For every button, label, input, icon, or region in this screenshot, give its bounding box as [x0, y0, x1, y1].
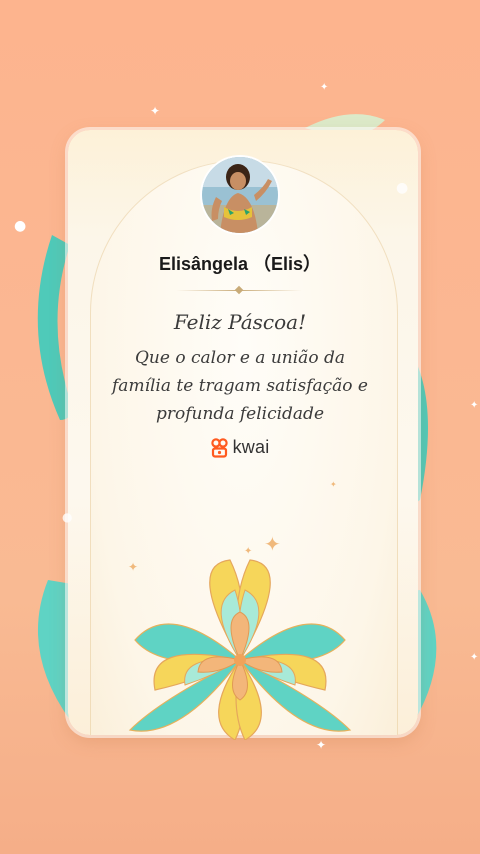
sparkle-icon: ✦	[470, 400, 479, 411]
kwai-logo: kwai	[0, 437, 480, 458]
sparkle-icon: ●	[62, 510, 73, 524]
sparkle-icon: ✦	[316, 738, 327, 752]
star-icon: ✦	[244, 546, 253, 557]
kwai-logo-icon	[210, 437, 228, 458]
sparkle-icon: ●	[396, 180, 409, 196]
message-line: família te tragam satisfação e	[112, 376, 368, 396]
sparkle-icon: ●	[14, 218, 27, 234]
star-icon: ✦	[128, 560, 139, 574]
sparkle-icon: ✦	[470, 652, 479, 663]
kwai-logo-text: kwai	[232, 437, 270, 457]
star-icon: ✦	[330, 480, 337, 489]
greeting-message: Que o calor e a união da família te trag…	[90, 344, 390, 428]
sparkle-icon: ✦	[320, 82, 329, 93]
avatar[interactable]	[202, 157, 278, 233]
message-line: Que o calor e a união da	[135, 348, 345, 368]
avatar-photo	[202, 157, 278, 233]
star-icon: ✦	[264, 532, 281, 556]
flower-decoration	[128, 559, 352, 740]
message-line: profunda felicidade	[156, 404, 324, 424]
profile-name: Elisângela （Elis）	[158, 254, 322, 274]
easter-greeting-screen: Elisângela （Elis） Feliz Páscoa! Que o ca…	[0, 0, 480, 854]
sparkle-icon: ✦	[150, 104, 161, 118]
greeting-title: Feliz Páscoa!	[173, 310, 307, 334]
